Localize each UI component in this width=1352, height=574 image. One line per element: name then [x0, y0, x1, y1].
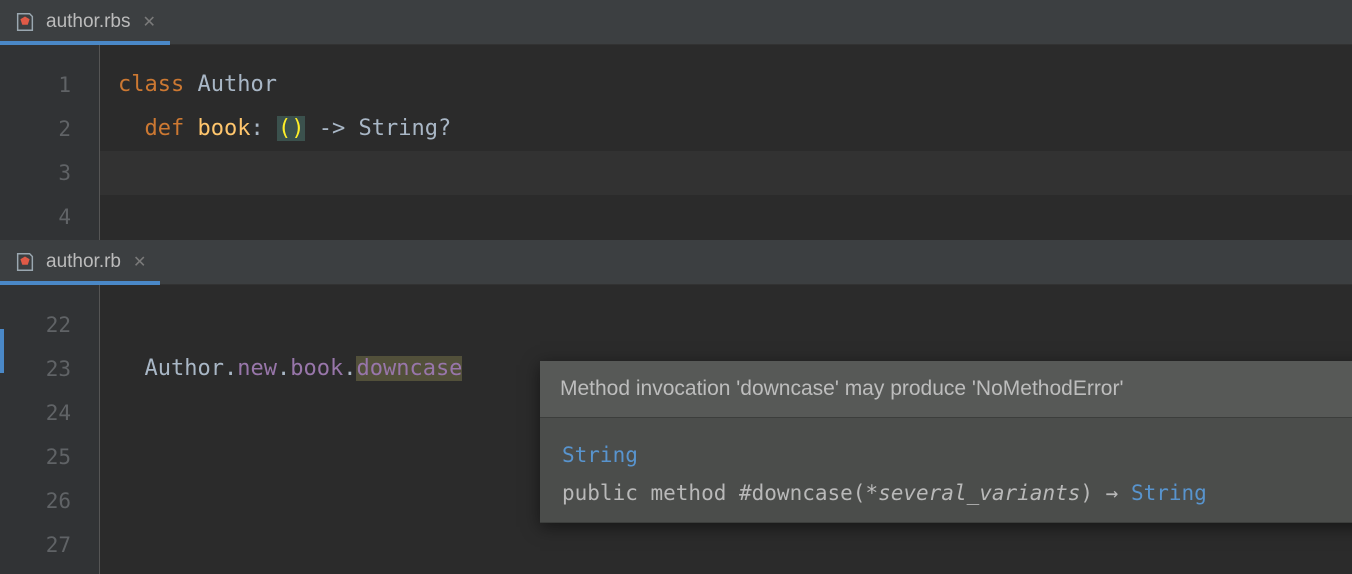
colon: :: [250, 116, 263, 141]
line-number: 26: [0, 479, 99, 523]
identifier-book: book: [290, 356, 343, 381]
doc-arrow: →: [1106, 481, 1119, 505]
tab-label: author.rb: [46, 251, 121, 273]
optional-qmark: ?: [438, 116, 451, 141]
line-number: 24: [0, 391, 99, 435]
tab-bar-bottom: author.rb ✕: [0, 240, 1352, 285]
matched-parentheses: (): [277, 116, 306, 141]
dot-op: .: [343, 356, 356, 381]
tab-bar-top: author.rbs ✕: [0, 0, 1352, 45]
dot-op: .: [224, 356, 237, 381]
code-line[interactable]: [100, 303, 1352, 347]
code-line[interactable]: def book: () -> String?: [100, 107, 1352, 151]
caret-line-marker: [0, 329, 4, 373]
tab-label: author.rbs: [46, 11, 131, 33]
code-line[interactable]: [100, 523, 1352, 567]
keyword-def: def: [145, 116, 185, 141]
code-editor-top[interactable]: 1 2 3 4 class Author def book: () -> Str…: [0, 45, 1352, 240]
current-line-highlight: [100, 151, 1352, 195]
identifier-new: new: [237, 356, 277, 381]
doc-return-link[interactable]: String: [1118, 481, 1207, 505]
inspection-hint-popup: Method invocation 'downcase' may produce…: [540, 361, 1352, 523]
line-number: 25: [0, 435, 99, 479]
code-area-bottom[interactable]: Author.new.book.downcase Method invocati…: [100, 285, 1352, 574]
hint-title: Method invocation 'downcase' may produce…: [560, 377, 1124, 401]
identifier-downcase-warning: downcase: [356, 356, 462, 381]
return-type: String: [358, 116, 437, 141]
close-icon[interactable]: ✕: [141, 12, 158, 32]
hint-header: Method invocation 'downcase' may produce…: [540, 361, 1352, 418]
line-gutter-bottom: 22 23 24 25 26 27 28: [0, 285, 100, 574]
line-number: 28: [0, 567, 99, 574]
line-number: 2: [0, 107, 99, 151]
doc-sig-args: *several_variants: [865, 481, 1080, 505]
arrow-op: ->: [319, 116, 346, 141]
doc-sig-prefix: public method #downcase(: [562, 481, 865, 505]
ruby-file-icon: [14, 251, 36, 273]
method-name: book: [198, 116, 251, 141]
ruby-type-file-icon: [14, 11, 36, 33]
code-line[interactable]: class Author: [100, 63, 1352, 107]
code-line[interactable]: [100, 195, 1352, 239]
tab-author-rbs[interactable]: author.rbs ✕: [0, 0, 170, 44]
editor-pane-bottom: author.rb ✕ 22 23 24 25 26 27 28 Author.…: [0, 240, 1352, 574]
line-number: 23: [0, 347, 99, 391]
keyword-class: class: [118, 72, 184, 97]
class-name: Author: [197, 72, 276, 97]
close-icon[interactable]: ✕: [131, 252, 148, 272]
line-gutter-top: 1 2 3 4: [0, 45, 100, 240]
tab-author-rb[interactable]: author.rb ✕: [0, 240, 160, 284]
editor-pane-top: author.rbs ✕ 1 2 3 4 class Author def bo…: [0, 0, 1352, 240]
doc-sig-suffix: ): [1080, 481, 1105, 505]
code-editor-bottom[interactable]: 22 23 24 25 26 27 28 Author.new.book.dow…: [0, 285, 1352, 574]
code-area-top[interactable]: class Author def book: () -> String? end: [100, 45, 1352, 240]
line-number: 22: [0, 303, 99, 347]
hint-documentation: String public method #downcase(*several_…: [540, 418, 1352, 523]
line-number: 3: [0, 151, 99, 195]
doc-type-link[interactable]: String: [562, 443, 638, 467]
dot-op: .: [277, 356, 290, 381]
identifier-class: Author: [145, 356, 224, 381]
line-number: 27: [0, 523, 99, 567]
line-number: 4: [0, 195, 99, 239]
line-number: 1: [0, 63, 99, 107]
